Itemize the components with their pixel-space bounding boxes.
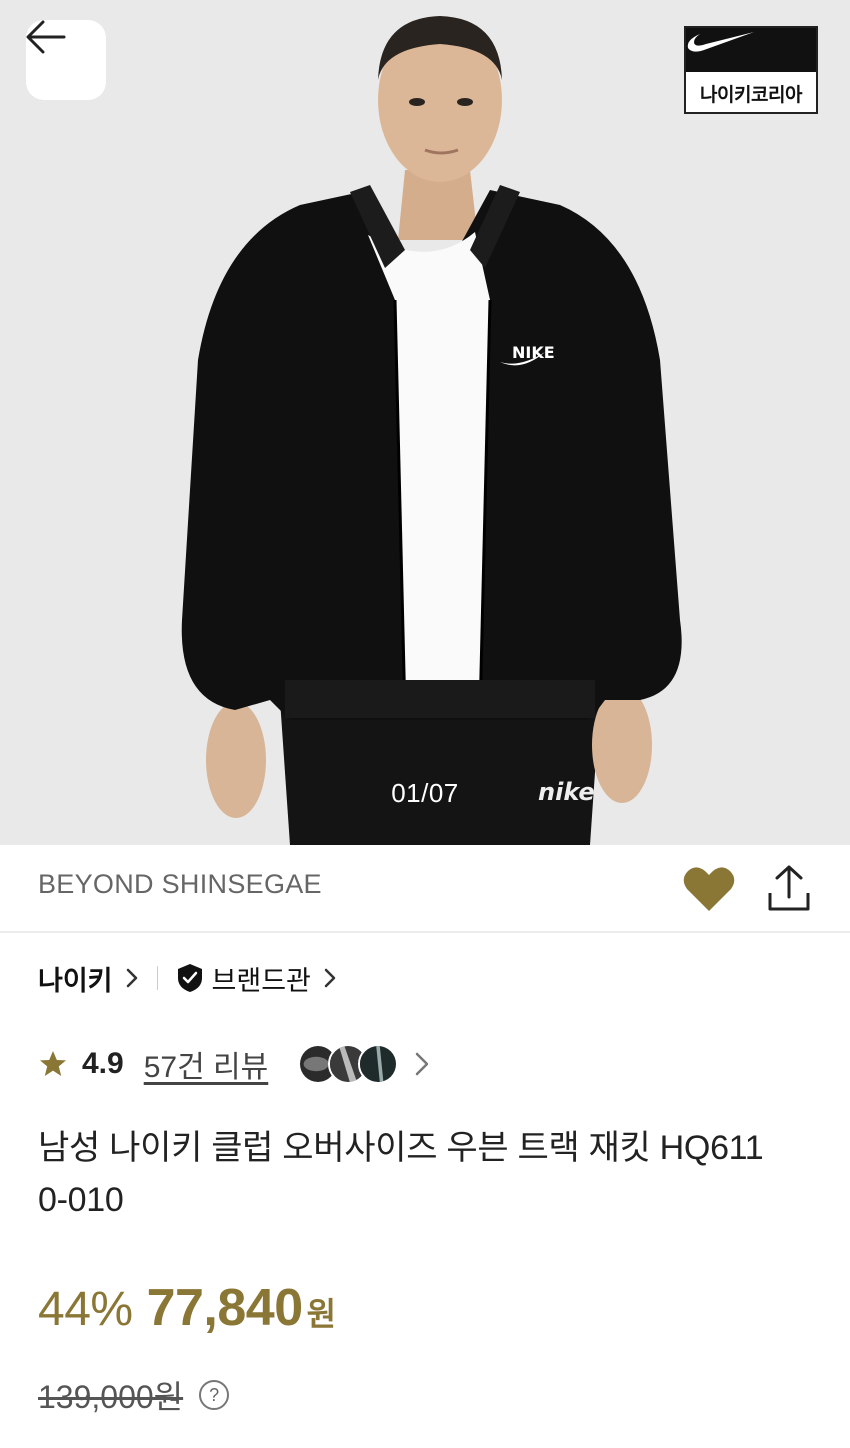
brand-badge-label: 나이키코리아 [700,84,802,106]
heart-icon [683,867,735,911]
back-button[interactable] [26,20,106,100]
chevron-right-icon [126,968,137,988]
chevron-right-icon[interactable] [412,1050,432,1078]
review-photo-thumb [358,1044,399,1084]
rating-score: 4.9 [82,1047,124,1080]
arrow-left-icon [26,20,66,54]
product-title-line: 남성 나이키 클럽 오버사이즈 우븐 트랙 재킷 HQ611 [38,1129,764,1167]
price-row: 44% 77,840 원 [38,1278,336,1338]
reviews-link[interactable]: 57건 리뷰 [144,1042,269,1086]
brand-row: 나이키 브랜드관 [38,958,337,998]
brand-badge: 나이키코리아 [684,26,818,114]
share-button[interactable] [764,863,814,915]
divider [156,966,158,990]
product-image-carousel[interactable]: NIKE nike 나이키코리아 01/07 [0,0,850,845]
sale-price: 77,840 [146,1279,304,1337]
product-title-line: 0-010 [38,1181,124,1219]
shield-check-icon [177,964,202,992]
currency-unit: 원 [306,1296,337,1332]
original-price: 139,000원 [38,1379,184,1415]
image-counter: 01/07 [391,778,459,808]
brand-hall-link[interactable]: 브랜드관 [212,959,311,998]
review-photos[interactable] [298,1044,399,1084]
star-icon [40,1051,66,1076]
store-name[interactable]: BEYOND SHINSEGAE [38,869,322,900]
question-circle-icon[interactable]: ? [199,1380,230,1410]
discount-rate: 44% [38,1283,133,1336]
original-price-row: 139,000원 ? [38,1372,230,1418]
swoosh-logo-icon [687,32,754,52]
wishlist-button[interactable] [682,863,736,915]
store-bar: BEYOND SHINSEGAE [0,845,850,933]
share-icon [768,865,810,911]
chevron-right-icon [324,968,336,988]
product-title: 남성 나이키 클럽 오버사이즈 우븐 트랙 재킷 HQ611 0-010 [38,1122,818,1226]
rating-row: 4.9 57건 리뷰 [38,1040,432,1088]
product-photo: NIKE nike [0,0,850,845]
brand-link[interactable]: 나이키 [38,959,113,998]
